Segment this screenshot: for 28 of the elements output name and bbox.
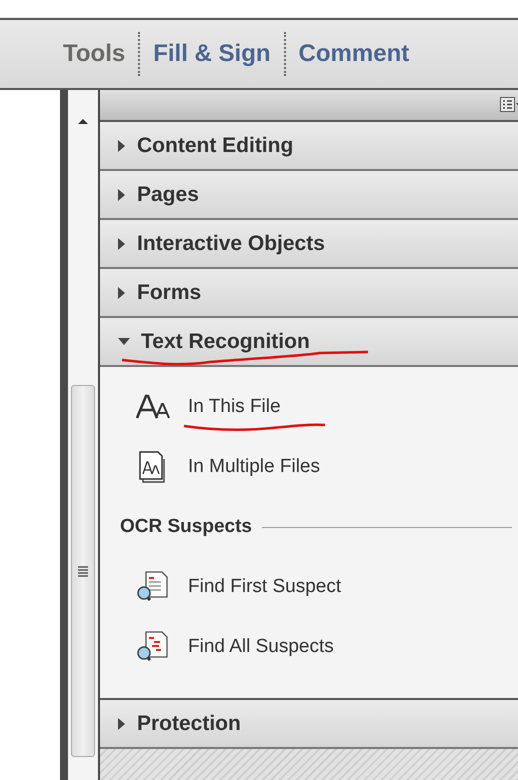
document-magnifier-icon (136, 630, 170, 664)
tool-item[interactable]: Find All Suspects (100, 627, 518, 667)
expand-icon (118, 188, 126, 200)
toolbar-tab[interactable]: Fill & Sign (140, 34, 284, 74)
tool-item[interactable]: Find First Suspect (100, 567, 518, 607)
section-header[interactable]: Text Recognition (100, 318, 518, 367)
toolbar-tab[interactable]: Tools (50, 34, 138, 74)
collapse-icon (118, 338, 130, 346)
section-header[interactable]: Forms (100, 269, 518, 318)
scroll-up-icon[interactable] (77, 118, 89, 125)
grip-icon (78, 565, 88, 577)
expand-icon (118, 238, 126, 250)
expand-icon (118, 286, 126, 298)
section-header[interactable]: Interactive Objects (100, 220, 518, 269)
section-header[interactable]: Pages (100, 171, 518, 220)
list-options-icon[interactable] (500, 97, 518, 113)
scrollbar[interactable] (68, 90, 100, 780)
document-magnifier-icon (136, 570, 170, 604)
section-header[interactable]: Protection (100, 700, 518, 749)
scroll-thumb[interactable] (71, 385, 95, 757)
font-size-icon (136, 394, 170, 420)
toolbar-tab[interactable]: Comment (286, 34, 422, 74)
tool-item[interactable]: In Multiple Files (100, 447, 518, 487)
expand-icon (118, 140, 126, 152)
tool-item[interactable]: In This File (100, 387, 518, 427)
expand-icon (118, 718, 126, 730)
group-heading: OCR Suspects (120, 516, 252, 538)
section-header[interactable]: Content Editing (100, 122, 518, 171)
